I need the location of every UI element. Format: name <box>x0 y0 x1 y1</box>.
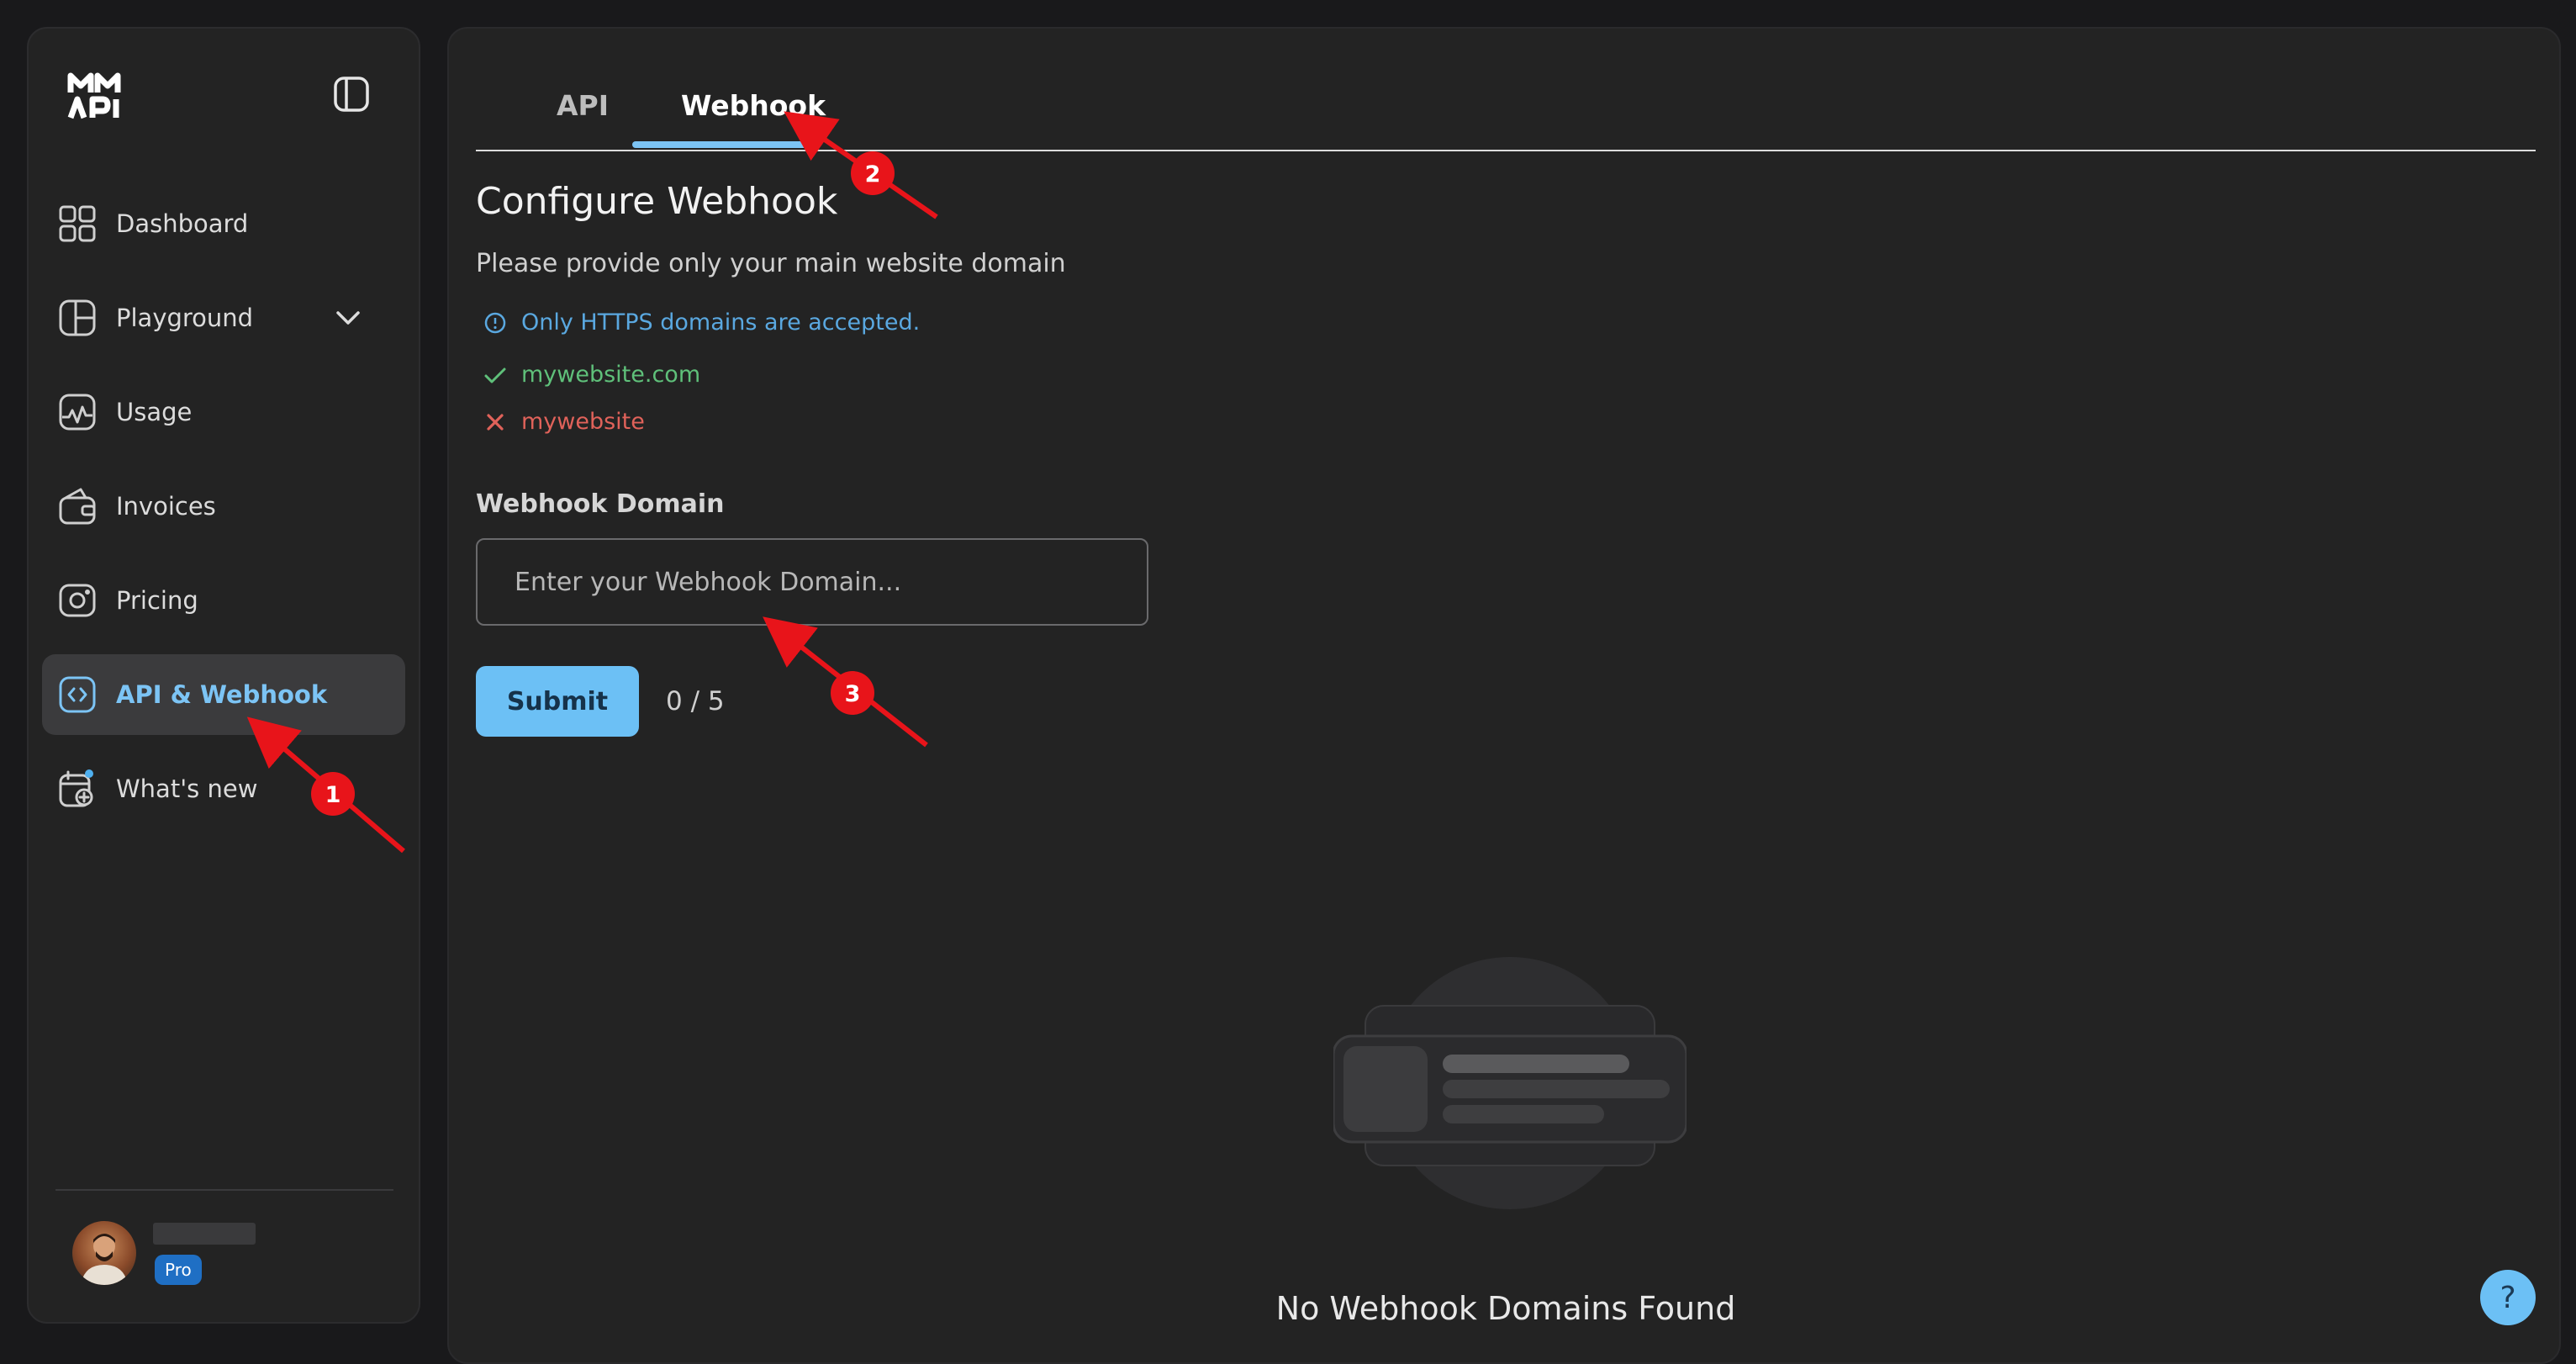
tab-bar: API Webhook <box>476 29 2536 151</box>
sidebar-item-label: What's new <box>116 775 258 803</box>
active-tab-indicator <box>632 141 816 148</box>
sidebar-item-pricing[interactable]: Pricing <box>42 560 405 641</box>
sidebar-item-label: Usage <box>116 398 193 426</box>
username-redacted <box>153 1223 256 1245</box>
sidebar-item-label: Invoices <box>116 492 216 521</box>
x-icon <box>487 413 504 431</box>
sidebar-item-dashboard[interactable]: Dashboard <box>42 183 405 264</box>
rule-info-text: Only HTTPS domains are accepted. <box>521 309 921 336</box>
sidebar-item-label: Playground <box>116 304 254 332</box>
empty-state-text: No Webhook Domains Found <box>1275 1290 1736 1327</box>
avatar[interactable] <box>72 1221 136 1285</box>
rule-valid-text: mywebsite.com <box>521 362 701 388</box>
info-icon <box>484 312 506 333</box>
brand-logo[interactable] <box>66 71 124 121</box>
activity-icon <box>59 394 96 431</box>
sidebar-item-playground[interactable]: Playground <box>42 278 405 358</box>
sidebar-item-invoices[interactable]: Invoices <box>42 466 405 547</box>
code-icon <box>59 676 96 713</box>
sidebar-item-api-webhook[interactable]: API & Webhook <box>42 654 405 735</box>
help-button[interactable]: ? <box>2480 1270 2536 1325</box>
layout-icon <box>59 299 96 336</box>
webhook-domain-input[interactable] <box>476 538 1148 626</box>
sidebar-toggle-button[interactable] <box>328 71 375 118</box>
sidebar-item-label: Dashboard <box>116 209 249 238</box>
sidebar: Dashboard Playground Usage Invoices Pric… <box>27 27 420 1324</box>
plan-badge: Pro <box>155 1255 202 1285</box>
rule-invalid-text: mywebsite <box>521 409 645 435</box>
domain-counter: 0 / 5 <box>666 686 725 716</box>
wallet-icon <box>59 488 96 525</box>
grid-icon <box>59 205 96 242</box>
chevron-down-icon[interactable] <box>333 303 363 333</box>
sidebar-item-usage[interactable]: Usage <box>42 372 405 452</box>
rule-https-info: Only HTTPS domains are accepted. <box>483 309 920 336</box>
sidebar-divider <box>55 1189 393 1191</box>
submit-button[interactable]: Submit <box>476 666 639 737</box>
sidebar-item-label: Pricing <box>116 586 198 615</box>
empty-state-illustration <box>1333 957 1687 1209</box>
tab-webhook[interactable]: Webhook <box>681 89 826 122</box>
rule-invalid-example: mywebsite <box>483 409 645 435</box>
sidebar-item-label: API & Webhook <box>116 680 328 709</box>
sidebar-item-whats-new[interactable]: What's new <box>42 748 405 829</box>
tab-api[interactable]: API <box>557 89 609 122</box>
rule-valid-example: mywebsite.com <box>483 362 700 388</box>
check-icon <box>484 367 506 383</box>
camera-icon <box>59 584 96 617</box>
page-title: Configure Webhook <box>476 180 838 223</box>
calendar-plus-icon <box>59 769 93 807</box>
sidebar-toggle-icon <box>334 77 369 112</box>
webhook-domain-label: Webhook Domain <box>476 489 725 519</box>
main-panel: API Webhook Configure Webhook Please pro… <box>447 27 2561 1364</box>
page-subtitle: Please provide only your main website do… <box>476 249 1066 278</box>
